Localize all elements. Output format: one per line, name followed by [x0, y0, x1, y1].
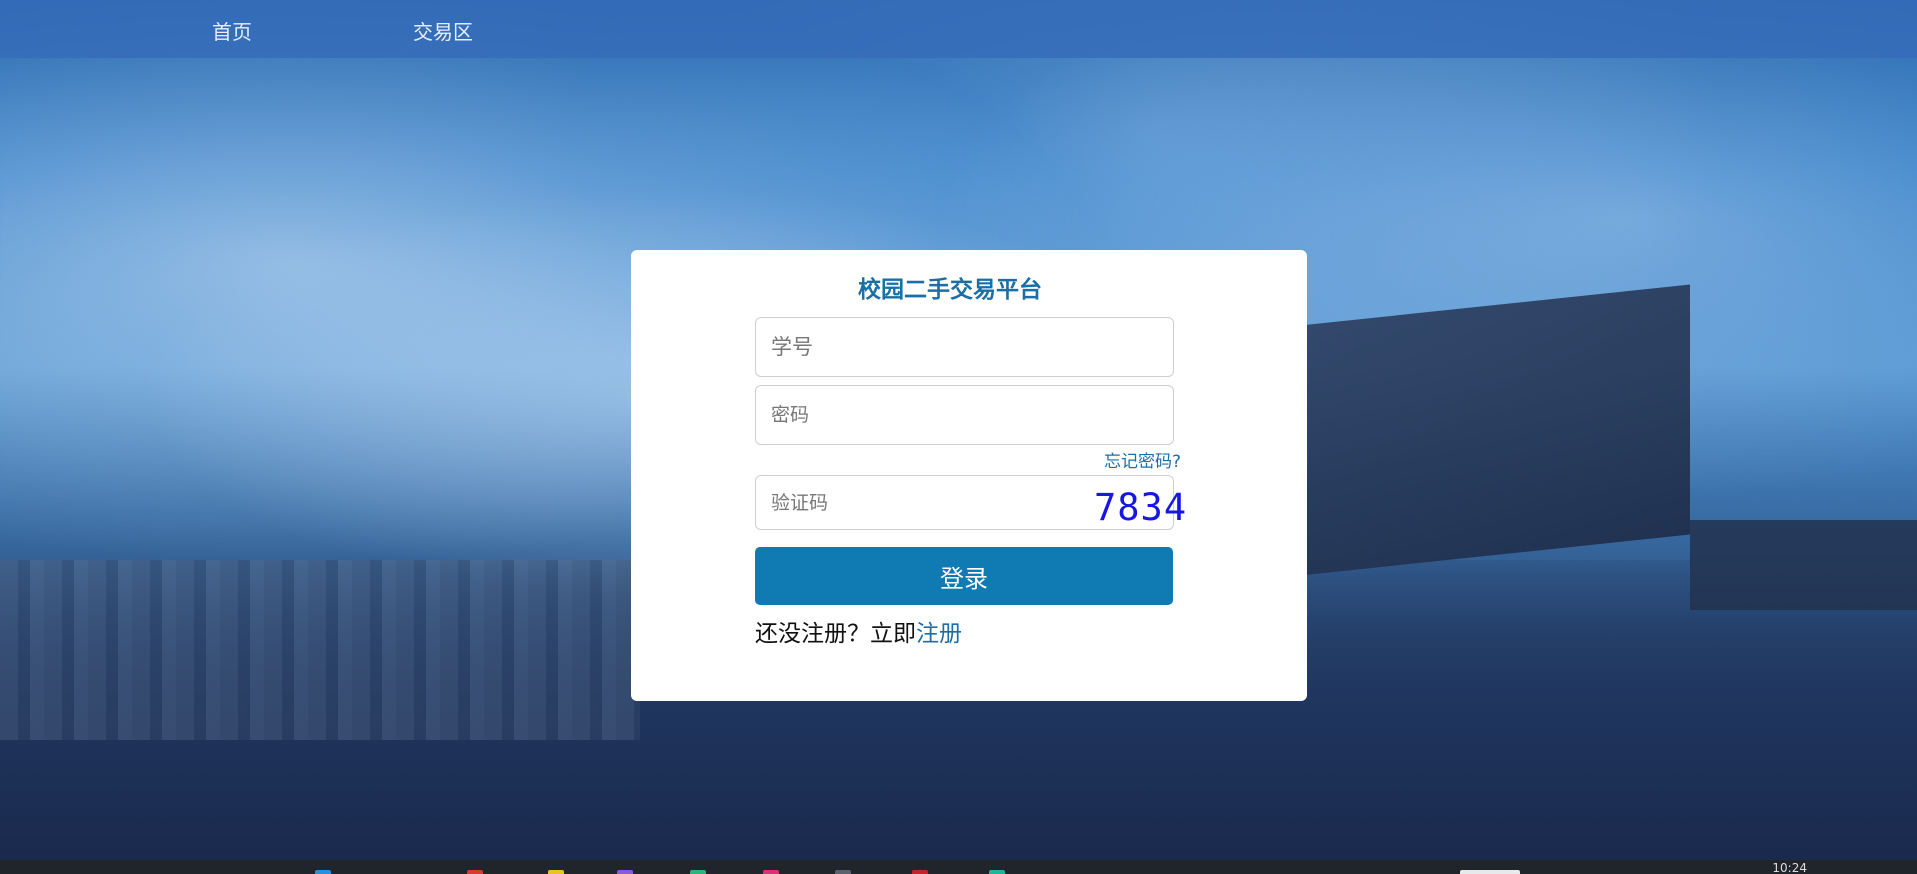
password-input[interactable]: [755, 385, 1174, 445]
taskbar-app-icon[interactable]: [617, 870, 633, 874]
os-taskbar: 10:24: [0, 860, 1917, 874]
login-button[interactable]: 登录: [755, 547, 1173, 605]
taskbar-app-icon[interactable]: [763, 870, 779, 874]
register-prompt-text: 还没注册？立即: [755, 621, 916, 647]
background-billboard: [1300, 284, 1690, 576]
taskbar-app-icon[interactable]: [315, 870, 331, 874]
taskbar-app-icon[interactable]: [989, 870, 1005, 874]
background-city: [0, 560, 640, 740]
taskbar-app-icon[interactable]: [690, 870, 706, 874]
register-prompt: 还没注册？立即注册: [755, 614, 962, 648]
login-card: 校园二手交易平台 忘记密码? 7834 登录 还没注册？立即注册: [631, 250, 1307, 701]
taskbar-tray-icon[interactable]: [1460, 870, 1520, 874]
captcha-image[interactable]: 7834: [1094, 486, 1187, 529]
forgot-password-link[interactable]: 忘记密码?: [1104, 447, 1181, 472]
register-link[interactable]: 注册: [916, 621, 962, 647]
taskbar-app-icon[interactable]: [467, 870, 483, 874]
taskbar-app-icon[interactable]: [548, 870, 564, 874]
taskbar-app-icon[interactable]: [835, 870, 851, 874]
background-building: [1690, 520, 1917, 610]
student-id-input[interactable]: [755, 317, 1174, 377]
taskbar-app-icon[interactable]: [912, 870, 928, 874]
top-navigation: 首页 交易区: [0, 0, 1917, 58]
taskbar-clock: 10:24: [1772, 861, 1807, 874]
page-title: 校园二手交易平台: [858, 277, 1042, 303]
nav-trade-link[interactable]: 交易区: [413, 16, 473, 45]
nav-home-link[interactable]: 首页: [212, 16, 252, 45]
